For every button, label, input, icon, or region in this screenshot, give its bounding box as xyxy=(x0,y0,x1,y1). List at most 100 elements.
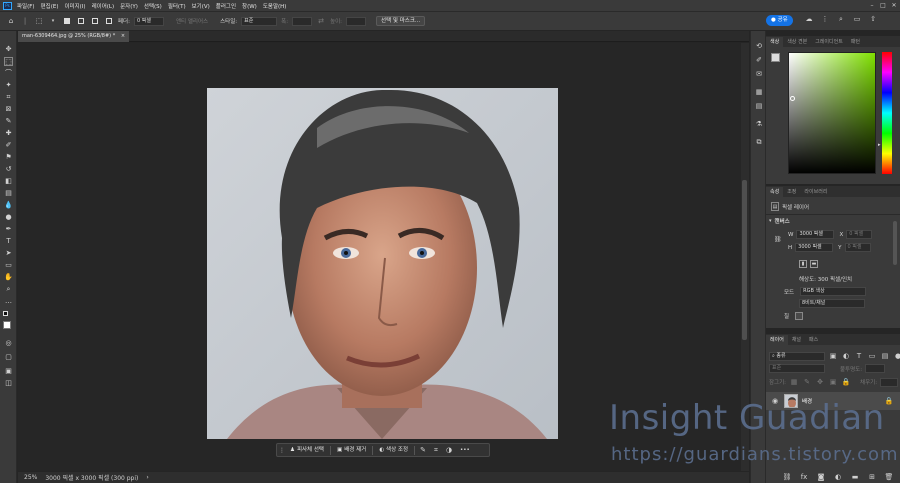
intersect-selection-icon[interactable] xyxy=(104,16,114,26)
default-colors-icon[interactable] xyxy=(3,311,8,316)
tab-layers[interactable]: 레이어 xyxy=(766,335,788,345)
gradient-tool-icon[interactable]: ▤ xyxy=(4,189,13,198)
frame-tool-icon[interactable]: ⊠ xyxy=(4,105,13,114)
zoom-tool-icon[interactable]: ⌕ xyxy=(4,285,13,294)
lock-transparent-icon[interactable]: ▦ xyxy=(789,377,799,387)
color-picker-cursor[interactable] xyxy=(790,96,795,101)
share-export-icon[interactable]: ⇧ xyxy=(868,14,878,24)
color-field[interactable] xyxy=(788,52,876,174)
minimize-icon[interactable]: – xyxy=(869,1,875,11)
document-tab[interactable]: man-6309464.jpg @ 25% (RGB/8#) * × xyxy=(18,31,130,42)
menu-filter[interactable]: 필터(T) xyxy=(168,2,186,10)
menu-type[interactable]: 문자(Y) xyxy=(120,2,138,10)
filter-shape-icon[interactable]: ▭ xyxy=(867,351,877,361)
new-layer-icon[interactable]: ⊞ xyxy=(867,472,877,482)
learn-icon[interactable]: ⋮ xyxy=(820,14,830,24)
canvas-x-input[interactable]: 0 픽셀 xyxy=(846,230,873,239)
zoom-level[interactable]: 25% xyxy=(24,474,37,481)
hue-pointer-icon[interactable]: ▸ xyxy=(878,142,881,148)
crop-icon[interactable]: ⌗ xyxy=(431,445,441,455)
tab-properties[interactable]: 속성 xyxy=(766,187,784,197)
healing-brush-icon[interactable]: ✚ xyxy=(4,129,13,138)
lock-pixels-icon[interactable]: ✎ xyxy=(802,377,812,387)
crop-tool-icon[interactable]: ⌗ xyxy=(4,93,13,102)
tab-libraries[interactable]: 라이브러리 xyxy=(800,187,831,197)
edit-toolbar-icon[interactable]: ◫ xyxy=(4,379,13,388)
history-icon[interactable]: ⟲ xyxy=(754,41,764,51)
foreground-swatch[interactable] xyxy=(771,53,780,62)
status-chevron-icon[interactable]: › xyxy=(146,474,148,481)
home-icon[interactable]: ⌂ xyxy=(6,16,16,26)
document-info[interactable]: 3000 픽셀 x 3000 픽셀 (300 ppi) xyxy=(45,473,138,482)
portrait-orientation-icon[interactable]: ▮ xyxy=(799,260,807,268)
canvas-width-input[interactable]: 3000 픽셀 xyxy=(796,230,835,239)
canvas-y-input[interactable]: 0 픽셀 xyxy=(844,243,871,252)
close-tab-icon[interactable]: × xyxy=(121,33,125,39)
blend-mode-select[interactable]: 표준 xyxy=(769,364,825,373)
search-icon[interactable]: ⌕ xyxy=(836,14,846,24)
document-image[interactable] xyxy=(207,88,558,439)
height-input[interactable] xyxy=(346,16,367,26)
frame-mode-icon[interactable]: ▣ xyxy=(4,367,13,376)
marquee-preset-icon[interactable]: ⬚ xyxy=(34,16,44,26)
close-icon[interactable]: ✕ xyxy=(891,1,897,11)
landscape-orientation-icon[interactable]: ▬ xyxy=(810,260,818,268)
select-subject-button[interactable]: ♟ 피사체 선택 xyxy=(287,445,327,455)
menu-image[interactable]: 이미지(I) xyxy=(64,2,85,10)
add-selection-icon[interactable] xyxy=(76,16,86,26)
eyedropper-tool-icon[interactable]: ✎ xyxy=(4,117,13,126)
filter-adjust-icon[interactable]: ◐ xyxy=(841,351,851,361)
properties-scrollbar[interactable] xyxy=(893,221,897,265)
canvas-section-header[interactable]: ▾ 캔버스 xyxy=(769,217,790,225)
marquee-tool-icon[interactable]: ⬚ xyxy=(4,57,13,66)
layer-kind-filter[interactable]: ⌕ 종류 xyxy=(769,351,825,361)
color-adjust-button[interactable]: ◐ 색상 조정 xyxy=(376,445,411,455)
foreground-color-swatch[interactable] xyxy=(3,321,11,329)
menu-plugins[interactable]: 플러그인 xyxy=(216,2,236,10)
share-button[interactable]: ● 공유 xyxy=(766,15,793,26)
antialias-checkbox[interactable]: 앤티 앨리어스 xyxy=(176,17,208,25)
stamp-tool-icon[interactable]: ⚑ xyxy=(4,153,13,162)
more-tools-icon[interactable]: … xyxy=(4,297,13,306)
link-layers-icon[interactable]: ⛓ xyxy=(782,472,792,482)
fx-icon[interactable]: fx xyxy=(799,472,809,482)
tab-patterns[interactable]: 패턴 xyxy=(847,37,864,47)
brush-tool-icon[interactable]: ✐ xyxy=(4,141,13,150)
tab-paths[interactable]: 패스 xyxy=(805,335,822,345)
quick-mask-icon[interactable]: ◎ xyxy=(4,339,13,348)
new-selection-icon[interactable] xyxy=(62,16,72,26)
subtract-selection-icon[interactable] xyxy=(90,16,100,26)
drag-handle-icon[interactable]: ⋮ xyxy=(279,445,285,455)
select-and-mask-button[interactable]: 선택 및 마스크... xyxy=(376,16,426,26)
blur-tool-icon[interactable]: 💧 xyxy=(4,201,13,210)
tab-gradients[interactable]: 그레이디언트 xyxy=(811,37,847,47)
layer-lock-icon[interactable]: 🔒 xyxy=(884,396,894,406)
fill-input[interactable] xyxy=(880,377,899,387)
menu-view[interactable]: 보기(V) xyxy=(192,2,210,10)
history-brush-icon[interactable]: ↺ xyxy=(4,165,13,174)
maximize-icon[interactable]: □ xyxy=(880,1,886,11)
adjustment-layer-icon[interactable]: ◐ xyxy=(833,472,843,482)
filter-pixel-icon[interactable]: ▣ xyxy=(828,351,838,361)
hue-slider[interactable] xyxy=(882,52,892,174)
link-icon[interactable]: ⛓ xyxy=(774,236,782,243)
lasso-tool-icon[interactable]: ⌒ xyxy=(4,69,13,78)
menu-file[interactable]: 파일(F) xyxy=(17,2,35,10)
filter-smart-icon[interactable]: ▤ xyxy=(880,351,890,361)
rectangle-tool-icon[interactable]: ▭ xyxy=(4,261,13,270)
more-options-button[interactable]: ••• xyxy=(457,445,473,455)
width-input[interactable] xyxy=(292,16,313,26)
comments-icon[interactable]: ✉ xyxy=(754,69,764,79)
info-icon[interactable]: ▤ xyxy=(754,101,764,111)
pen-tool-icon[interactable]: ✒ xyxy=(4,225,13,234)
type-tool-icon[interactable]: T xyxy=(4,237,13,246)
screen-mode-icon[interactable]: ▢ xyxy=(4,353,13,362)
brush-settings-icon[interactable]: ✐ xyxy=(754,55,764,65)
cloud-icon[interactable]: ☁ xyxy=(804,14,814,24)
fill-swatch[interactable] xyxy=(795,312,804,320)
tab-color[interactable]: 색상 xyxy=(766,37,784,47)
add-mask-icon[interactable]: ◙ xyxy=(816,472,826,482)
menu-select[interactable]: 선택(S) xyxy=(144,2,162,10)
properties-icon[interactable]: ▦ xyxy=(754,87,764,97)
tab-swatches[interactable]: 색상 견본 xyxy=(783,37,811,47)
